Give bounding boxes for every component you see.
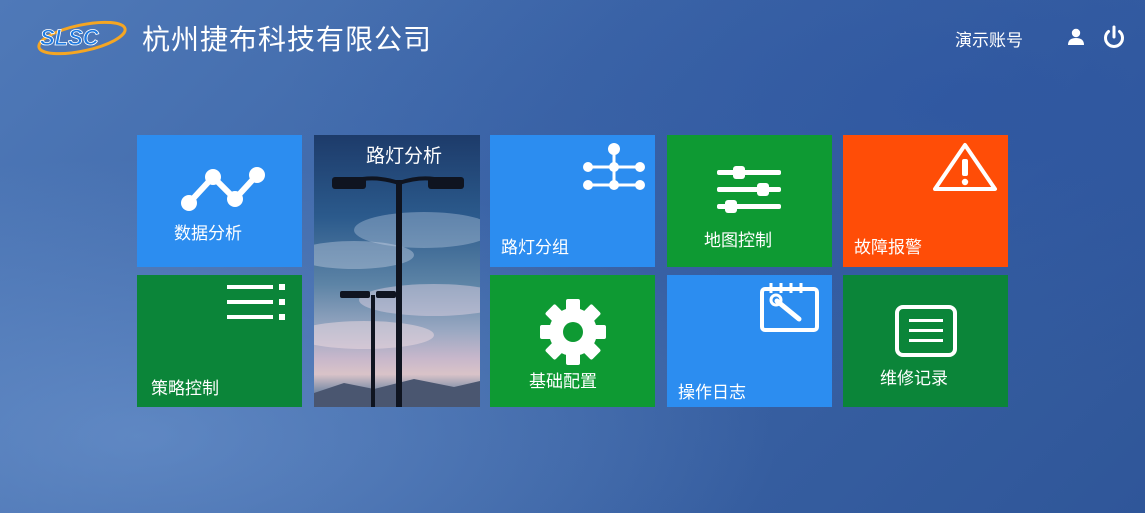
tile-label: 数据分析 (174, 224, 242, 244)
streetlight-photo (314, 176, 480, 407)
tile-label: 地图控制 (704, 231, 772, 251)
tile-data-analysis[interactable]: 数据分析 (137, 135, 302, 267)
tile-label: 基础配置 (529, 372, 597, 392)
tile-maintenance-record[interactable]: 维修记录 (843, 275, 1008, 407)
tile-label: 操作日志 (678, 383, 746, 403)
tile-operation-log[interactable]: 操作日志 (667, 275, 832, 407)
tile-strategy-control[interactable]: 策略控制 (137, 275, 302, 407)
network-icon (583, 143, 645, 190)
company-name: 杭州捷布科技有限公司 (142, 23, 433, 56)
account-name[interactable]: 演示账号 (955, 26, 1023, 51)
logo-text: SLSC (40, 25, 100, 50)
tile-streetlight-group[interactable]: 路灯分组 (490, 135, 655, 267)
line-chart-icon (181, 167, 265, 211)
list-icon (227, 284, 285, 320)
tile-label: 路灯分组 (501, 238, 569, 258)
power-icon[interactable] (1101, 24, 1127, 50)
tile-fault-alarm[interactable]: 故障报警 (843, 135, 1008, 267)
gear-icon (540, 299, 606, 365)
tile-streetlight-analysis[interactable]: 路灯分析 (314, 135, 480, 407)
sliders-icon (717, 166, 781, 213)
company-logo: SLSC (34, 14, 128, 60)
tile-label: 维修记录 (880, 369, 948, 389)
tile-label: 故障报警 (854, 238, 922, 258)
user-icon[interactable] (1066, 27, 1086, 47)
document-icon (895, 305, 957, 357)
notepad-tool-icon (760, 283, 819, 332)
tile-basic-config[interactable]: 基础配置 (490, 275, 655, 407)
warning-icon (933, 143, 997, 191)
tile-label: 路灯分析 (366, 145, 443, 167)
tile-map-control[interactable]: 地图控制 (667, 135, 832, 267)
tile-label: 策略控制 (151, 379, 219, 399)
